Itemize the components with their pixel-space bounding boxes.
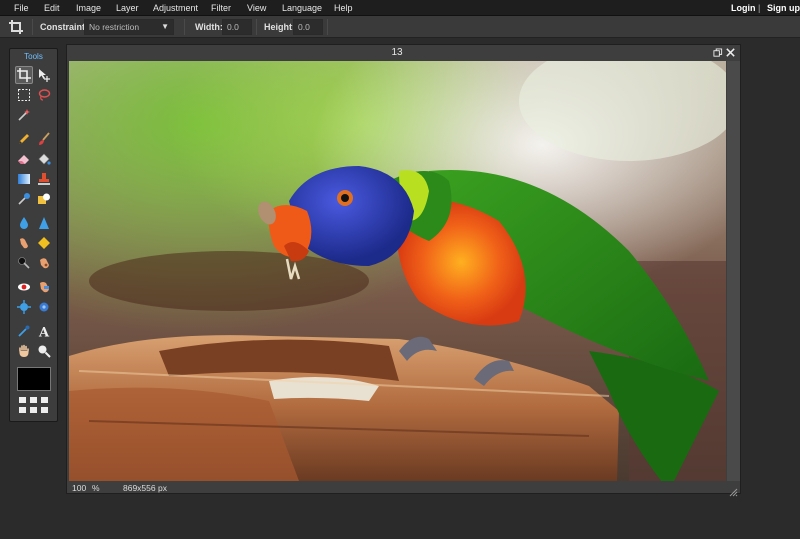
image-dimensions: 869x556 px bbox=[123, 483, 167, 493]
bloat-icon bbox=[17, 300, 31, 314]
spot-heal-icon bbox=[40, 282, 49, 293]
gradient-icon bbox=[18, 174, 30, 184]
constraint-label: Constraint: bbox=[40, 22, 88, 32]
spot-heal-tool[interactable] bbox=[35, 278, 53, 296]
red-eye-icon bbox=[18, 283, 30, 291]
constraint-value: No restriction bbox=[89, 22, 140, 32]
crop-icon bbox=[17, 68, 31, 82]
blur-tool[interactable] bbox=[15, 214, 33, 232]
burn-tool[interactable] bbox=[35, 254, 53, 272]
clone-stamp-icon bbox=[38, 173, 50, 185]
chevron-down-icon: ▼ bbox=[161, 22, 169, 31]
hand-icon bbox=[19, 344, 29, 357]
drawing-tool[interactable] bbox=[35, 190, 53, 208]
sponge-tool[interactable] bbox=[35, 234, 53, 252]
clone-stamp-tool[interactable] bbox=[35, 170, 53, 188]
zoom-icon bbox=[38, 345, 51, 358]
login-link[interactable]: Login bbox=[731, 3, 756, 13]
hand-tool[interactable] bbox=[15, 342, 33, 360]
tools-title: Tools bbox=[24, 52, 43, 61]
paint-bucket-icon bbox=[38, 153, 51, 165]
vertical-scrollbar[interactable] bbox=[727, 61, 740, 481]
menu-filter[interactable]: Filter bbox=[211, 3, 231, 13]
gradient-tool[interactable] bbox=[15, 170, 33, 188]
drawing-icon bbox=[38, 193, 50, 204]
burn-icon bbox=[40, 258, 49, 269]
menu-bar: File Edit Image Layer Adjustment Filter … bbox=[0, 0, 800, 16]
lasso-icon bbox=[38, 89, 51, 101]
layout-grid-icon[interactable] bbox=[17, 395, 51, 417]
auth-separator: | bbox=[758, 3, 761, 13]
pencil-tool[interactable] bbox=[15, 130, 33, 148]
type-icon: A bbox=[38, 326, 50, 339]
marquee-tool[interactable] bbox=[15, 86, 33, 104]
blur-icon bbox=[20, 217, 28, 229]
dodge-icon bbox=[18, 257, 30, 269]
move-tool[interactable] bbox=[35, 66, 53, 84]
marquee-icon bbox=[18, 89, 30, 101]
eraser-icon bbox=[18, 155, 29, 164]
resize-grip-icon[interactable] bbox=[729, 484, 738, 497]
brush-tool[interactable] bbox=[35, 130, 53, 148]
magic-wand-tool[interactable] bbox=[15, 106, 33, 124]
constraint-select[interactable]: No restriction ▼ bbox=[84, 19, 174, 35]
zoom-level[interactable]: 100 bbox=[72, 483, 86, 493]
crop-tool[interactable] bbox=[15, 66, 33, 84]
zoom-unit: % bbox=[92, 483, 100, 493]
options-divider bbox=[327, 19, 328, 35]
menu-adjustment[interactable]: Adjustment bbox=[153, 3, 198, 13]
menu-help[interactable]: Help bbox=[334, 3, 353, 13]
crop-icon bbox=[8, 19, 24, 35]
restore-icon[interactable] bbox=[712, 47, 723, 58]
options-divider bbox=[184, 19, 185, 35]
options-divider bbox=[256, 19, 257, 35]
sponge-icon bbox=[38, 237, 50, 249]
menu-layer[interactable]: Layer bbox=[116, 3, 139, 13]
pinch-tool[interactable] bbox=[35, 298, 53, 316]
options-divider bbox=[32, 19, 33, 35]
height-input[interactable]: 0.0 bbox=[293, 19, 323, 35]
type-tool[interactable]: A bbox=[35, 322, 53, 340]
image-window: 13 100 % 869x556 px bbox=[66, 44, 741, 497]
magic-wand-icon bbox=[18, 109, 30, 121]
parrot-photo bbox=[69, 61, 726, 481]
menu-language[interactable]: Language bbox=[282, 3, 322, 13]
image-status-bar: 100 % 869x556 px bbox=[67, 482, 740, 494]
zoom-tool[interactable] bbox=[35, 342, 53, 360]
menu-edit[interactable]: Edit bbox=[44, 3, 60, 13]
move-icon bbox=[39, 69, 50, 82]
dodge-tool[interactable] bbox=[15, 254, 33, 272]
smudge-tool[interactable] bbox=[15, 234, 33, 252]
foreground-color-swatch[interactable] bbox=[17, 367, 51, 391]
width-input[interactable]: 0.0 bbox=[222, 19, 252, 35]
color-picker-icon bbox=[18, 325, 30, 337]
brush-icon bbox=[39, 132, 50, 145]
pinch-icon bbox=[39, 302, 49, 312]
menu-view[interactable]: View bbox=[247, 3, 266, 13]
sharpen-icon bbox=[39, 217, 49, 229]
bloat-tool[interactable] bbox=[15, 298, 33, 316]
color-replace-icon bbox=[18, 193, 30, 205]
color-picker-tool[interactable] bbox=[15, 322, 33, 340]
height-label: Height: bbox=[264, 22, 295, 32]
pencil-icon bbox=[19, 134, 29, 144]
lasso-tool[interactable] bbox=[35, 86, 53, 104]
eraser-tool[interactable] bbox=[15, 150, 33, 168]
signup-link[interactable]: Sign up bbox=[767, 3, 800, 13]
paint-bucket-tool[interactable] bbox=[35, 150, 53, 168]
red-eye-tool[interactable] bbox=[15, 278, 33, 296]
sharpen-tool[interactable] bbox=[35, 214, 53, 232]
tools-panel: Tools A bbox=[9, 48, 58, 422]
menu-image[interactable]: Image bbox=[76, 3, 101, 13]
width-label: Width: bbox=[195, 22, 223, 32]
image-canvas[interactable] bbox=[69, 61, 726, 481]
smudge-icon bbox=[20, 238, 28, 249]
menu-file[interactable]: File bbox=[14, 3, 29, 13]
image-window-title: 13 bbox=[391, 47, 403, 58]
close-icon[interactable] bbox=[725, 47, 736, 58]
svg-text:A: A bbox=[38, 326, 50, 339]
color-replace-tool[interactable] bbox=[15, 190, 33, 208]
options-bar: Constraint: No restriction ▼ Width: 0.0 … bbox=[0, 16, 800, 38]
